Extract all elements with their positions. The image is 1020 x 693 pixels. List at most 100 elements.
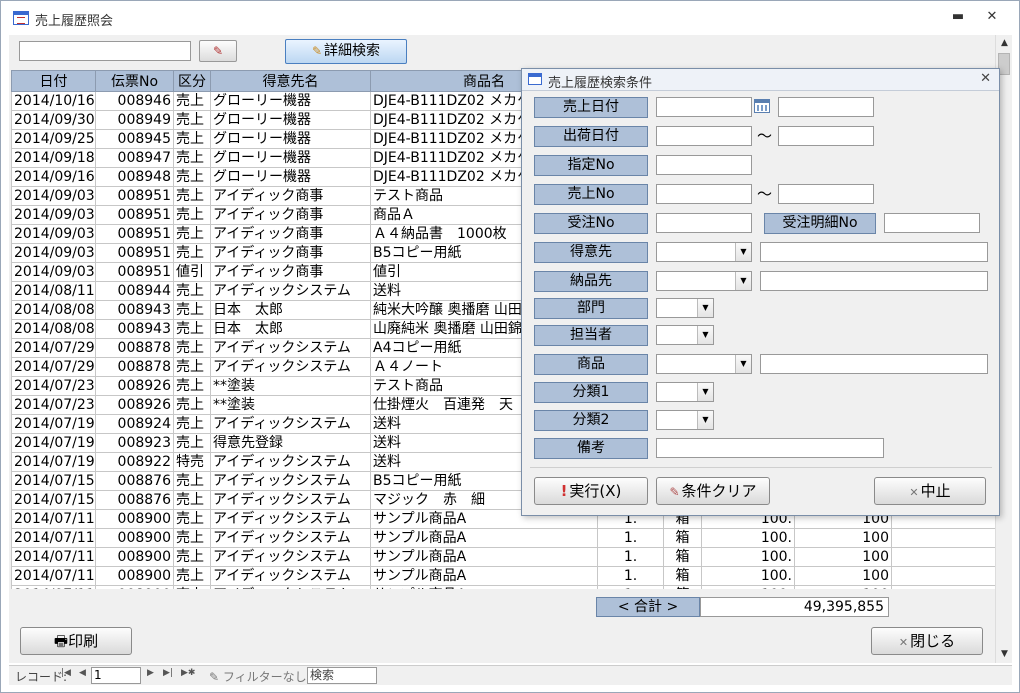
close-label: 閉じる [910, 632, 956, 650]
table-cell: 得意先登録 [210, 433, 371, 453]
table-row[interactable]: 2014/07/11008900売上アイディックシステムサンプル商品A1.箱10… [11, 547, 995, 567]
advanced-search-button[interactable]: ✎ 詳細検索 [285, 39, 407, 64]
column-header[interactable]: 区分 [173, 70, 211, 92]
table-cell: 100 [794, 566, 892, 586]
table-cell: 2014/09/16 [11, 167, 96, 187]
sales-no-from-input[interactable] [656, 184, 752, 204]
print-label: 印刷 [68, 632, 99, 650]
table-cell: 2014/08/11 [11, 281, 96, 301]
customer-name-input[interactable] [760, 242, 988, 262]
table-cell: 値引 [173, 262, 211, 282]
remarks-input[interactable] [656, 438, 884, 458]
table-cell: 008951 [95, 243, 174, 263]
last-record-button[interactable]: ▶| [163, 668, 173, 678]
table-cell: サンプル商品A [370, 566, 598, 586]
table-cell: 100 [794, 547, 892, 567]
customer-combo[interactable]: ▼ [656, 242, 752, 262]
column-header[interactable]: 得意先名 [210, 70, 371, 92]
cancel-button[interactable]: ✕ 中止 [874, 477, 986, 505]
sales-date-from-input[interactable] [656, 97, 752, 117]
class1-label: 分類1 [534, 382, 648, 403]
column-header[interactable]: 日付 [11, 70, 96, 92]
class1-combo[interactable]: ▼ [656, 382, 714, 402]
current-record-input[interactable]: 1 [91, 667, 141, 684]
product-name-input[interactable] [760, 354, 988, 374]
quick-search-clear-button[interactable]: ✎ [199, 40, 237, 62]
delivery-dest-combo[interactable]: ▼ [656, 271, 752, 291]
prev-record-button[interactable]: ◀ [79, 668, 86, 678]
scroll-up-arrow[interactable]: ▲ [996, 35, 1013, 52]
sales-no-to-input[interactable] [778, 184, 874, 204]
order-detail-no-input[interactable] [884, 213, 980, 233]
table-cell: アイディック商事 [210, 224, 371, 244]
close-button[interactable]: ✕ 閉じる [871, 627, 983, 655]
class2-combo[interactable]: ▼ [656, 410, 714, 430]
close-window-button[interactable]: ✕ [979, 9, 1005, 27]
next-record-button[interactable]: ▶ [147, 668, 154, 678]
delivery-dest-name-input[interactable] [760, 271, 988, 291]
chevron-down-icon[interactable]: ▼ [735, 355, 751, 373]
table-cell: 売上 [173, 338, 211, 358]
dialog-close-button[interactable]: ✕ [980, 71, 991, 86]
table-cell: 008951 [95, 224, 174, 244]
product-combo[interactable]: ▼ [656, 354, 752, 374]
column-header[interactable]: 伝票No [95, 70, 174, 92]
table-cell: 売上 [173, 547, 211, 567]
table-cell: 2014/08/08 [11, 319, 96, 339]
scroll-down-arrow[interactable]: ▼ [996, 646, 1013, 663]
table-cell: 売上 [173, 395, 211, 415]
execute-label: 実行(X) [569, 482, 622, 500]
table-cell: グローリー機器 [210, 110, 371, 130]
dialog-title: 売上履歴検索条件 [548, 76, 653, 91]
table-cell: 008951 [95, 186, 174, 206]
new-record-button[interactable]: ▶✱ [181, 668, 195, 678]
department-combo[interactable]: ▼ [656, 298, 714, 318]
table-cell: 売上 [173, 167, 211, 187]
sales-date-to-input[interactable] [778, 97, 874, 117]
table-cell [891, 585, 995, 589]
chevron-down-icon[interactable]: ▼ [697, 383, 713, 401]
table-cell: 2014/09/03 [11, 186, 96, 206]
table-cell: 売上 [173, 243, 211, 263]
table-cell: 008951 [95, 205, 174, 225]
chevron-down-icon[interactable]: ▼ [735, 243, 751, 261]
table-cell: 008876 [95, 471, 174, 491]
table-cell: アイディックシステム [210, 509, 371, 529]
staff-combo[interactable]: ▼ [656, 325, 714, 345]
sales-date-label: 売上日付 [534, 97, 648, 118]
table-cell: 2014/07/29 [11, 357, 96, 377]
execute-button[interactable]: ! 実行(X) [534, 477, 648, 505]
staff-label: 担当者 [534, 325, 648, 346]
table-cell: 売上 [173, 148, 211, 168]
first-record-button[interactable]: |◀ [61, 668, 71, 678]
table-cell: 100 [794, 528, 892, 548]
search-conditions-dialog: 売上履歴検索条件 ✕ 売上日付 出荷日付 〜 指定No 売上No 〜 受注No … [521, 68, 1000, 516]
print-button[interactable]: 🖶印刷 [20, 627, 132, 655]
chevron-down-icon[interactable]: ▼ [697, 299, 713, 317]
table-cell: 2014/07/11 [11, 509, 96, 529]
clear-conditions-button[interactable]: ✎ 条件クリア [656, 477, 770, 505]
table-row[interactable]: 2014/07/11008900売上アイディックシステムサンプル商品A1.箱10… [11, 585, 995, 589]
calendar-icon[interactable] [754, 99, 770, 113]
table-row[interactable]: 2014/07/11008900売上アイディックシステムサンプル商品A1.箱10… [11, 528, 995, 548]
table-cell [891, 528, 995, 548]
table-cell: 日本 太郎 [210, 300, 371, 320]
table-row[interactable]: 2014/07/11008900売上アイディックシステムサンプル商品A1.箱10… [11, 566, 995, 586]
printer-icon: 🖶 [53, 632, 69, 650]
ship-date-from-input[interactable] [656, 126, 752, 146]
designated-no-input[interactable] [656, 155, 752, 175]
filter-status[interactable]: ✎ フィルターなし [209, 668, 307, 685]
table-cell: アイディック商事 [210, 186, 371, 206]
minimize-button[interactable]: ▬ [945, 9, 971, 27]
table-cell: 2014/08/08 [11, 300, 96, 320]
form-icon [13, 11, 29, 25]
table-cell: 2014/09/03 [11, 224, 96, 244]
order-no-input[interactable] [656, 213, 752, 233]
quick-search-input[interactable] [19, 41, 191, 61]
chevron-down-icon[interactable]: ▼ [697, 411, 713, 429]
chevron-down-icon[interactable]: ▼ [735, 272, 751, 290]
chevron-down-icon[interactable]: ▼ [697, 326, 713, 344]
record-search-input[interactable]: 検索 [307, 667, 377, 684]
ship-date-to-input[interactable] [778, 126, 874, 146]
dialog-title-bar: 売上履歴検索条件 ✕ [522, 69, 999, 91]
